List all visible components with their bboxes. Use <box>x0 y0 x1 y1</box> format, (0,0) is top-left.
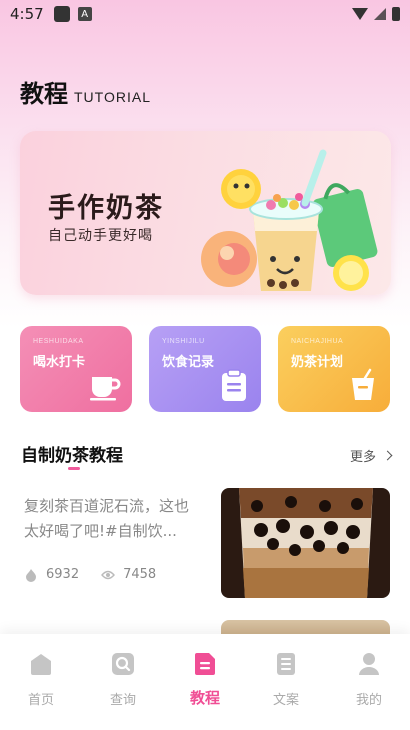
home-icon <box>31 654 51 675</box>
card-milk-tea-plan[interactable]: NAICHAJIHUA 奶茶计划 <box>278 326 390 412</box>
card-en-label: YINSHIJILU <box>162 338 205 345</box>
signal-icon <box>374 8 386 20</box>
page-header: 教程 TUTORIAL <box>20 74 151 109</box>
more-link[interactable]: 更多 <box>349 446 393 465</box>
banner[interactable]: 手作奶茶 自己动手更好喝 <box>20 131 391 295</box>
tab-label: 查询 <box>109 693 136 708</box>
tab-copywriting[interactable]: 文案 <box>256 651 316 708</box>
tab-label: 文案 <box>272 693 299 708</box>
notification-icon <box>53 6 70 22</box>
tutorial-icon <box>195 653 215 675</box>
view-count: 7458 <box>123 567 157 582</box>
card-diet-record[interactable]: YINSHIJILU 饮食记录 <box>149 326 261 412</box>
card-water-checkin[interactable]: HESHUIDAKA 喝水打卡 <box>20 326 132 412</box>
bottom-tab-bar: 首页 查询 教程 文案 我的 <box>0 634 410 730</box>
status-time: 4:57 <box>10 5 44 23</box>
card-label: 喝水打卡 <box>33 355 86 370</box>
banner-title: 手作奶茶 <box>48 193 164 224</box>
section-underline <box>68 467 80 470</box>
battery-icon <box>392 7 400 21</box>
tab-search[interactable]: 查询 <box>93 651 153 708</box>
card-label: 奶茶计划 <box>291 355 344 370</box>
article-card[interactable]: 复刻茶百道泥石流，这也太好喝了吧!#自制饮... 6932 7458 <box>22 488 390 598</box>
tab-label: 首页 <box>27 693 54 708</box>
article-meta: 6932 7458 <box>24 567 156 582</box>
tab-label: 我的 <box>355 693 382 708</box>
tab-home[interactable]: 首页 <box>11 651 71 708</box>
section-title: 自制奶茶教程 <box>21 446 123 466</box>
article-text: 复刻茶百道泥石流，这也太好喝了吧!#自制饮... <box>24 497 190 540</box>
article-thumbnail[interactable] <box>221 488 390 598</box>
profile-icon <box>359 653 379 675</box>
banner-subtitle: 自己动手更好喝 <box>48 228 153 244</box>
status-bar: 4:57 A <box>0 0 410 28</box>
like-count: 6932 <box>46 567 80 582</box>
wifi-icon <box>352 8 368 20</box>
app-badge-icon: A <box>77 7 92 21</box>
drink-cup-icon <box>352 368 374 400</box>
flame-icon <box>26 568 36 582</box>
cup-icon <box>90 377 121 401</box>
tab-label: 教程 <box>189 689 220 707</box>
tab-profile[interactable]: 我的 <box>339 651 399 708</box>
page-title: 教程 <box>20 80 68 108</box>
boba-tea-image <box>221 488 390 598</box>
card-en-label: HESHUIDAKA <box>33 338 84 345</box>
card-en-label: NAICHAJIHUA <box>291 338 344 345</box>
eye-icon <box>101 570 116 579</box>
clipboard-icon <box>222 369 246 401</box>
card-label: 饮食记录 <box>162 355 215 370</box>
tab-tutorial[interactable]: 教程 <box>175 651 235 708</box>
page-subtitle: TUTORIAL <box>74 89 151 105</box>
category-cards: HESHUIDAKA 喝水打卡 YINSHIJILU 饮食记录 NAICHAJI… <box>20 326 391 412</box>
section-header: 自制奶茶教程 更多 <box>20 440 393 470</box>
copywriting-icon <box>277 653 295 675</box>
search-icon <box>112 653 134 675</box>
milk-tea-illustration <box>201 149 378 291</box>
more-label: 更多 <box>349 450 376 465</box>
chevron-right-icon <box>382 450 393 461</box>
